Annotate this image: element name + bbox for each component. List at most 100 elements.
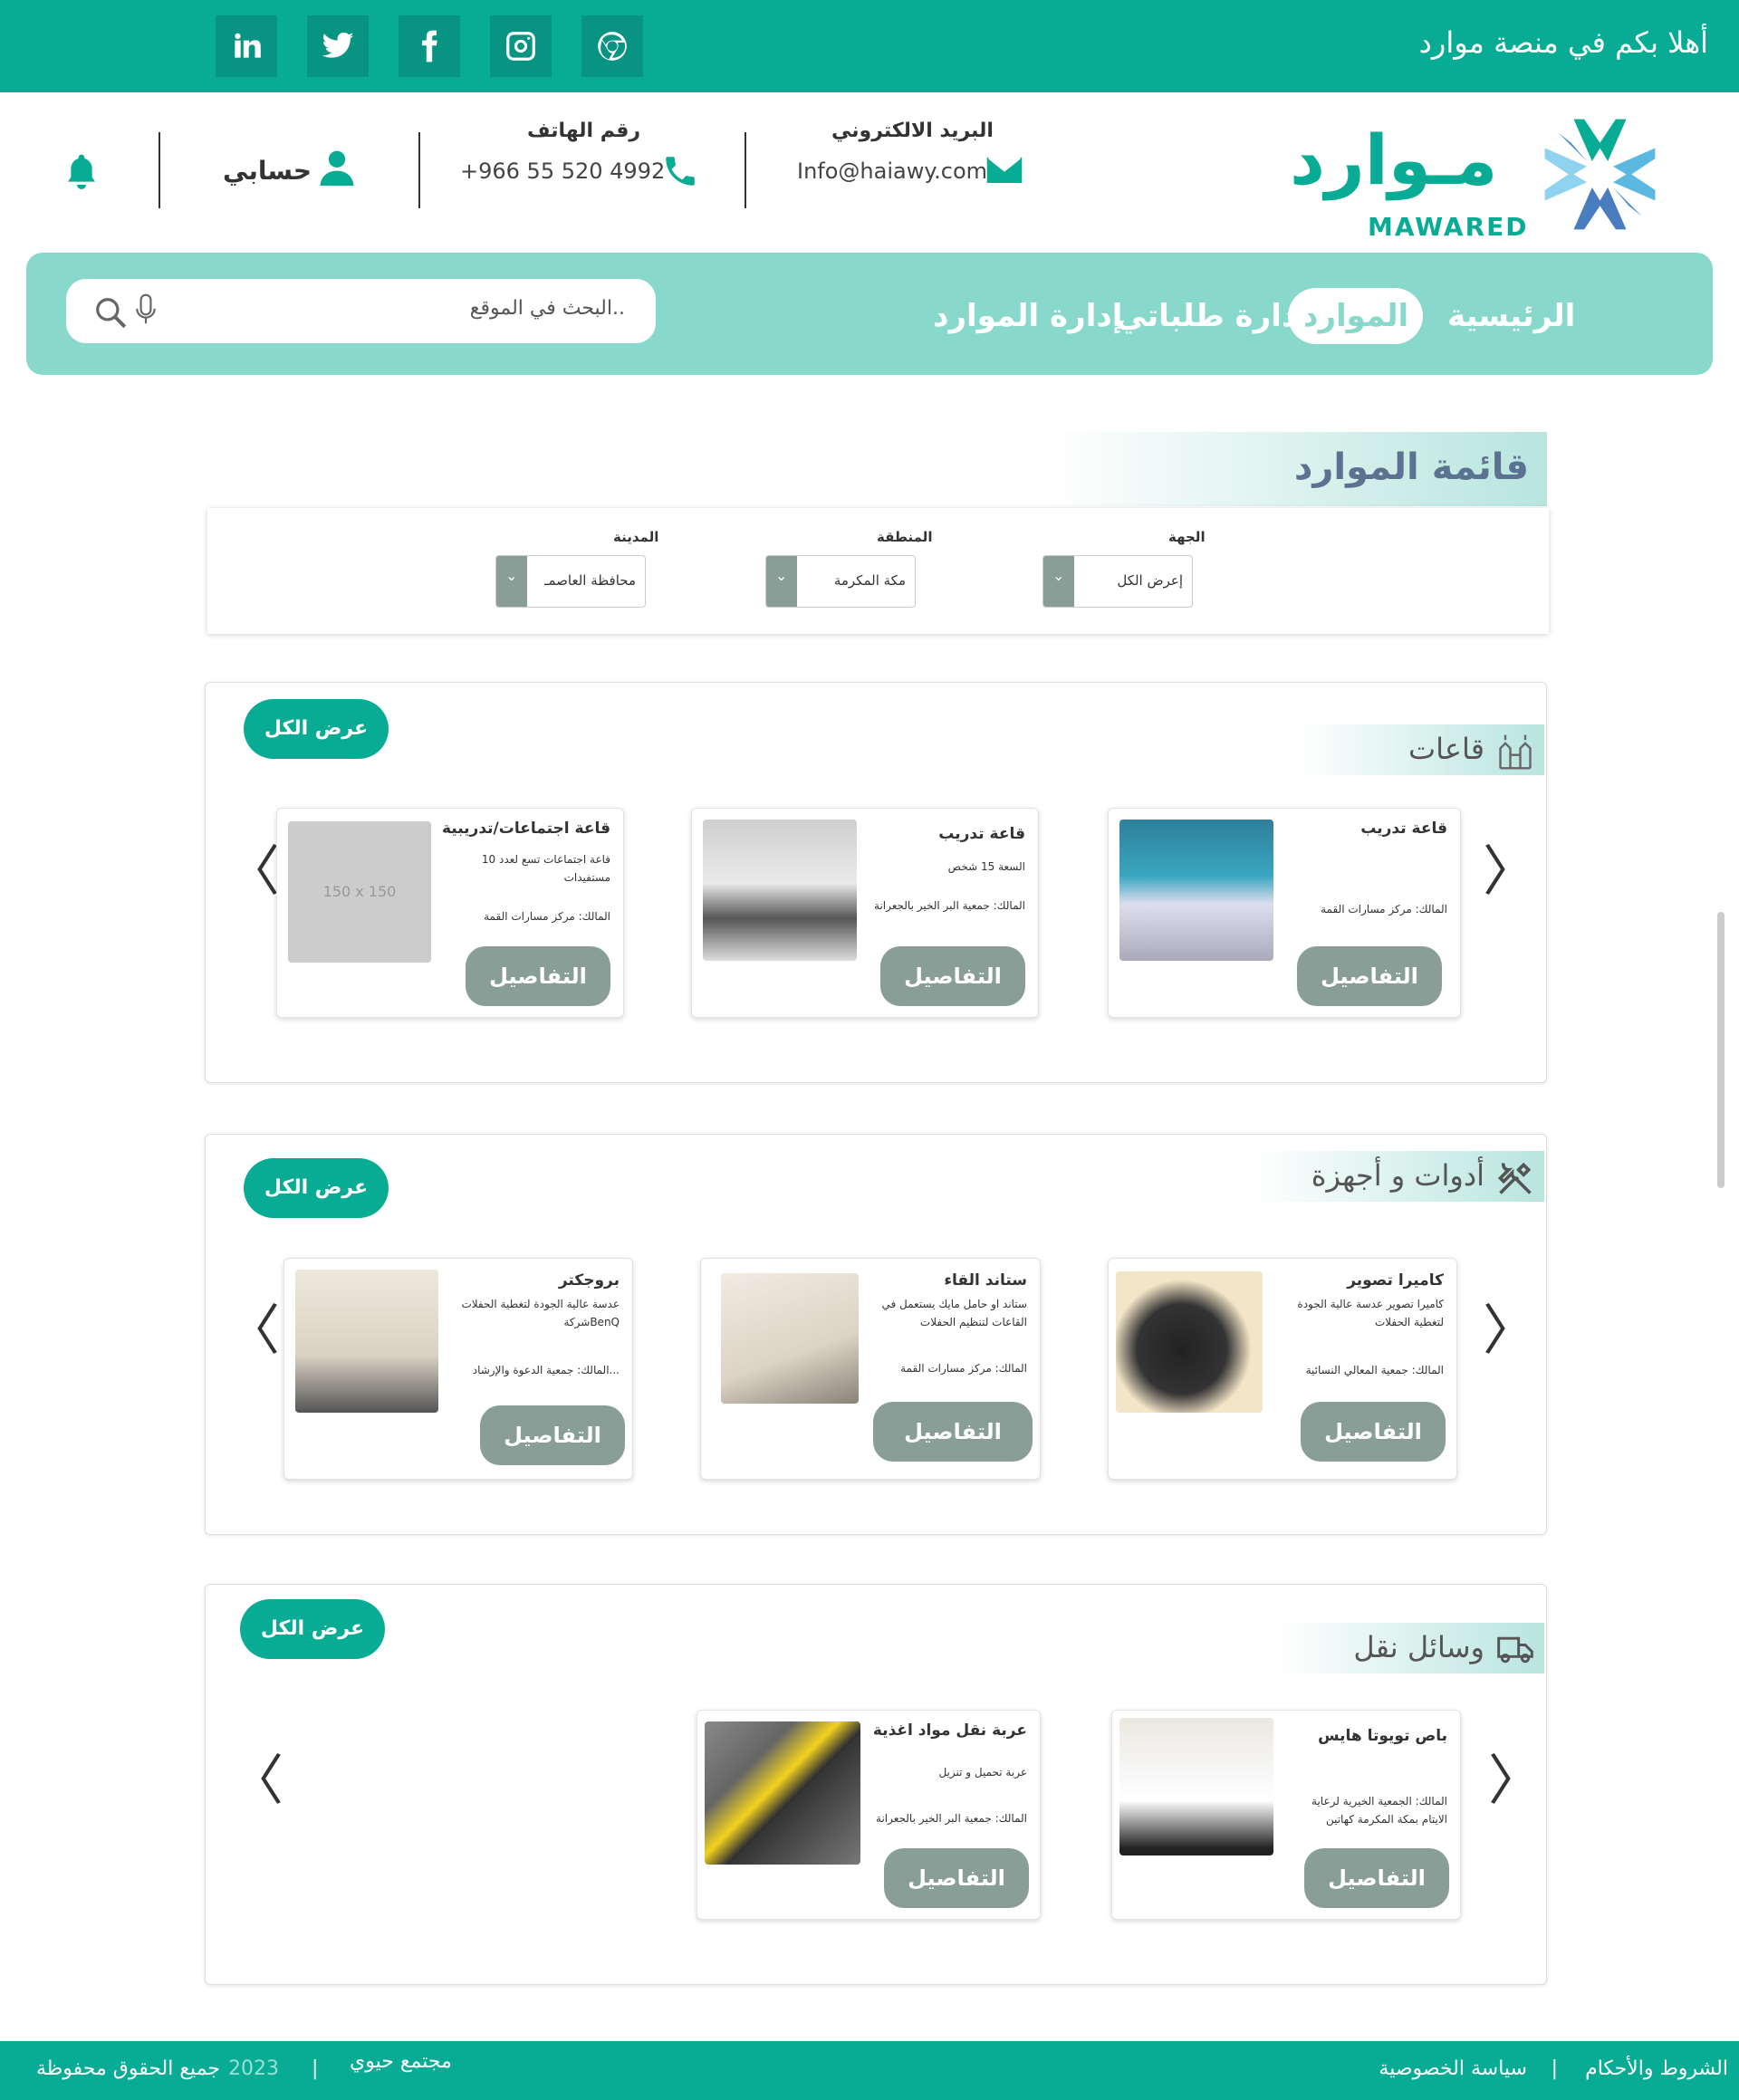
card-owner: المالك: الجمعية الخيرية لرعاية الايتام ب…: [1311, 1795, 1447, 1826]
halls-section: قاعات عرض الكل 〈 〉 قاعة تدريب المالك: مر…: [205, 682, 1547, 1083]
footer: الشروط والأحكام | سياسة الخصوصية مجتمع ح…: [0, 2041, 1739, 2100]
card-title: ستاند القاء: [944, 1271, 1027, 1290]
city-select-value: محافظة العاصمـ: [544, 572, 636, 589]
resource-card[interactable]: بروجكتر عدسة عالية الجودة لتغطية الحفلات…: [283, 1258, 633, 1480]
details-button[interactable]: التفاصيل: [1297, 946, 1442, 1006]
search-icon[interactable]: [93, 295, 128, 330]
card-image: [1116, 1271, 1263, 1413]
email-label: البريد الالكتروني: [831, 120, 994, 142]
page-scrollbar[interactable]: [1717, 912, 1725, 1188]
logo-english-text: MAWARED: [1368, 212, 1529, 242]
instagram-icon[interactable]: [490, 15, 552, 77]
city-filter-label: المدينة: [613, 529, 659, 545]
card-image: [295, 1270, 438, 1413]
card-image: [721, 1273, 859, 1404]
card-owner: المالك: جمعية البر الخير بالجعرانة: [876, 1812, 1027, 1825]
card-description: ستاند او حامل مايك يستعمل في القاعات لتن…: [881, 1298, 1027, 1328]
card-owner: المالك: جمعية الدعوة والإرشاد...: [472, 1364, 620, 1376]
mic-icon[interactable]: [134, 293, 158, 328]
placeholder-image: 150 x 150: [288, 821, 431, 963]
card-title: عربة نقل مواد اغذية: [872, 1721, 1027, 1740]
header-divider: [745, 132, 746, 208]
page-title: قائمة الموارد: [1293, 446, 1529, 488]
carousel-next-arrow[interactable]: 〉: [1483, 828, 1537, 906]
chevron-down-icon[interactable]: [1043, 556, 1074, 607]
card-title: قاعة اجتماعات/تدريبية: [441, 820, 610, 838]
resource-card[interactable]: كاميرا تصوير كاميرا تصوير عدسة عالية الج…: [1108, 1258, 1457, 1480]
resources-list-title: قائمة الموارد: [1051, 432, 1547, 506]
account-label[interactable]: حسابي: [223, 156, 312, 186]
card-title: كاميرا تصوير: [1347, 1271, 1444, 1290]
linkedin-icon[interactable]: [216, 15, 277, 77]
header-divider: [159, 132, 160, 208]
search-box[interactable]: البحث في الموقع..: [66, 279, 656, 343]
privacy-link[interactable]: سياسة الخصوصية: [1379, 2057, 1527, 2080]
city-select[interactable]: محافظة العاصمـ: [495, 555, 646, 608]
entity-select[interactable]: إعرض الكل: [1042, 555, 1193, 608]
card-owner: المالك: جمعية المعالي النسائية: [1305, 1364, 1444, 1376]
card-description: السعة 15 شخص: [947, 860, 1025, 873]
community-text: مجتمع حيوي: [350, 2050, 452, 2073]
card-title: بروجكتر: [558, 1271, 620, 1290]
twitter-icon[interactable]: [307, 15, 369, 77]
header-divider: [418, 132, 420, 208]
details-button[interactable]: التفاصيل: [1301, 1402, 1446, 1462]
details-button[interactable]: التفاصيل: [466, 946, 610, 1006]
details-button[interactable]: التفاصيل: [873, 1402, 1033, 1462]
bell-icon[interactable]: [63, 150, 100, 196]
card-image: [1119, 1718, 1273, 1855]
transport-section: وسائل نقل عرض الكل 〈 〉 باص تويوتا هايس ا…: [205, 1584, 1547, 1985]
resource-card[interactable]: ستاند القاء ستاند او حامل مايك يستعمل في…: [700, 1258, 1041, 1480]
email-value[interactable]: Info@haiawy.com: [797, 158, 987, 184]
chevron-down-icon[interactable]: [496, 556, 527, 607]
carousel-next-arrow[interactable]: 〉: [1488, 1737, 1542, 1816]
carousel-prev-arrow[interactable]: 〈: [226, 1287, 280, 1366]
view-all-button[interactable]: عرض الكل: [240, 1599, 385, 1659]
terms-link[interactable]: الشروط والأحكام: [1585, 2057, 1728, 2080]
chevron-down-icon[interactable]: [766, 556, 797, 607]
details-button[interactable]: التفاصيل: [880, 946, 1025, 1006]
user-icon[interactable]: [317, 147, 357, 192]
facebook-icon[interactable]: [399, 15, 460, 77]
card-image: [705, 1721, 860, 1865]
entity-filter-label: الجهة: [1168, 529, 1206, 545]
resource-card[interactable]: قاعة تدريب السعة 15 شخص المالك: جمعية ال…: [691, 808, 1039, 1018]
card-description: عربة تحميل و تنزيل: [938, 1766, 1027, 1779]
details-button[interactable]: التفاصيل: [480, 1405, 625, 1465]
phone-value[interactable]: +966 55 520 4992: [460, 158, 665, 184]
carousel-next-arrow[interactable]: 〉: [1483, 1287, 1537, 1366]
carousel-prev-arrow[interactable]: 〈: [229, 1737, 283, 1816]
tools-section-title: أدوات و أجهزة: [1254, 1151, 1544, 1202]
footer-divider: |: [1551, 2057, 1558, 2080]
truck-icon: [1497, 1636, 1533, 1664]
nav-home[interactable]: الرئيسية: [1433, 288, 1590, 344]
card-owner: المالك: مركز مسارات القمة: [484, 910, 610, 923]
top-bar: أهلا بكم في منصة موارد: [0, 0, 1739, 92]
section-title-text: وسائل نقل: [1353, 1630, 1484, 1664]
tools-icon: [1497, 1162, 1532, 1194]
mawared-logo[interactable]: مـوارد MAWARED: [1290, 109, 1666, 245]
resource-card[interactable]: عربة نقل مواد اغذية عربة تحميل و تنزيل ا…: [697, 1710, 1041, 1920]
tools-section: أدوات و أجهزة عرض الكل 〈 〉 كاميرا تصوير …: [205, 1134, 1547, 1535]
hall-icon: [1499, 734, 1532, 770]
details-button[interactable]: التفاصيل: [1304, 1848, 1449, 1908]
carousel-prev-arrow[interactable]: 〈: [226, 828, 280, 906]
card-title: باص تويوتا هايس: [1318, 1727, 1447, 1745]
chrome-icon[interactable]: [581, 15, 643, 77]
copyright-year: 2023: [228, 2057, 279, 2080]
section-title-text: أدوات و أجهزة: [1311, 1158, 1484, 1193]
card-description: كاميرا تصوير عدسة عالية الجودة لتغطية ال…: [1297, 1298, 1444, 1328]
nav-manage-resources[interactable]: إدارة الموارد: [918, 288, 1137, 344]
region-select[interactable]: مكة المكرمة: [765, 555, 916, 608]
view-all-button[interactable]: عرض الكل: [244, 699, 389, 759]
view-all-button[interactable]: عرض الكل: [244, 1158, 389, 1218]
resource-card[interactable]: قاعة اجتماعات/تدريبية قاعة اجتماعات تسع …: [276, 808, 624, 1018]
welcome-text: أهلا بكم في منصة موارد: [1418, 25, 1708, 60]
resource-card[interactable]: قاعة تدريب المالك: مركز مسارات القمة الت…: [1108, 808, 1461, 1018]
rights-text: جميع الحقوق محفوظة: [36, 2057, 221, 2080]
footer-divider: |: [312, 2057, 319, 2080]
details-button[interactable]: التفاصيل: [884, 1848, 1029, 1908]
resource-card[interactable]: باص تويوتا هايس المالك: الجمعية الخيرية …: [1111, 1710, 1461, 1920]
region-filter-label: المنطقة: [877, 529, 933, 545]
search-input[interactable]: البحث في الموقع..: [470, 297, 625, 320]
